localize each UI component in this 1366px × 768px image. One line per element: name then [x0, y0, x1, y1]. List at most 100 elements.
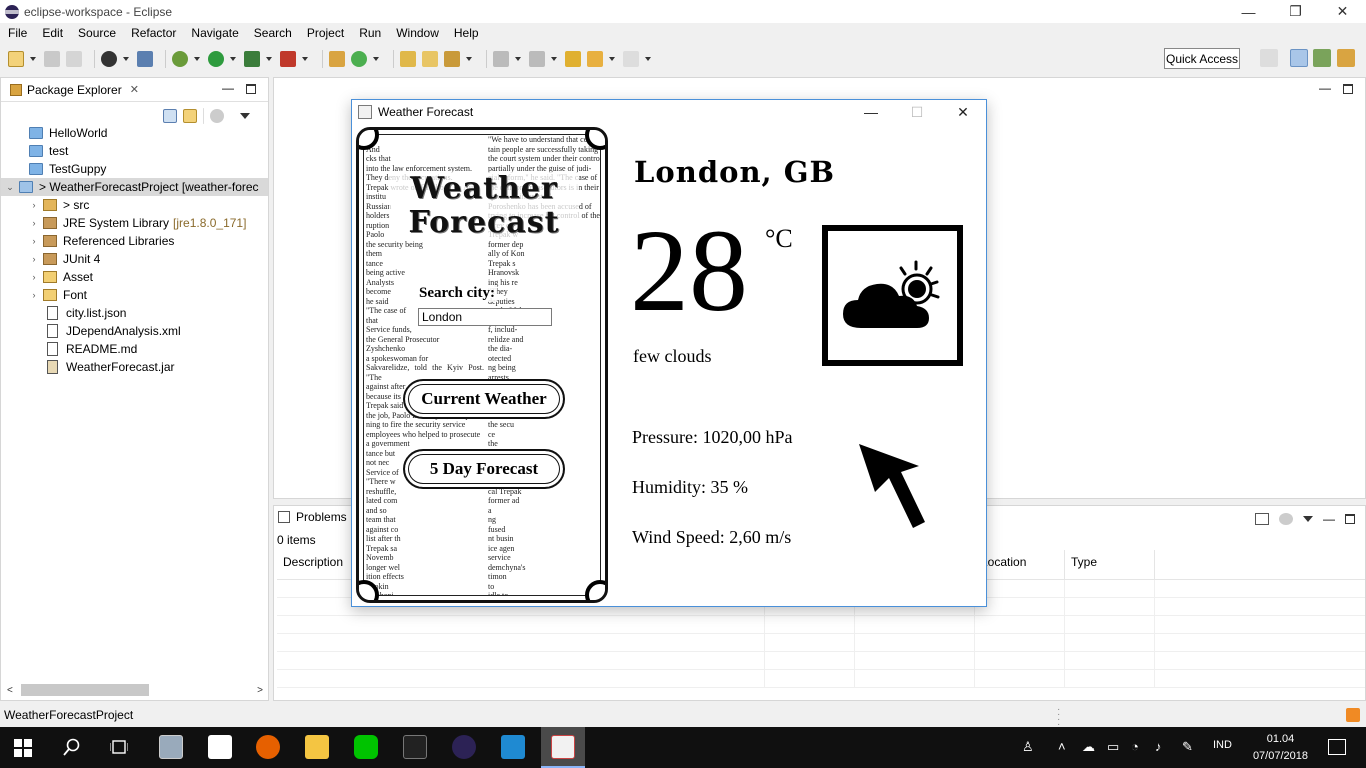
tree-item-weatherforecast-jar[interactable]: WeatherForecast.jar: [1, 358, 268, 376]
menu-project[interactable]: Project: [299, 26, 351, 40]
new-java-project-icon[interactable]: [329, 51, 345, 67]
open-type-icon[interactable]: [400, 51, 416, 67]
external-tools-icon[interactable]: [280, 51, 296, 67]
menu-run[interactable]: Run: [351, 26, 388, 40]
maximize-view-button[interactable]: [246, 84, 256, 94]
previous-annotation-dropdown-icon[interactable]: [551, 57, 557, 61]
weather-minimize-button[interactable]: —: [848, 100, 894, 124]
run-icon[interactable]: [208, 51, 224, 67]
maximize-editor-button[interactable]: [1343, 84, 1353, 94]
tree-item-city-list-json[interactable]: city.list.json: [1, 304, 268, 322]
coverage-dropdown-icon[interactable]: [266, 57, 272, 61]
quick-access-field[interactable]: Quick Access: [1164, 48, 1240, 69]
menu-navigate[interactable]: Navigate: [183, 26, 245, 40]
collapse-twisty-icon[interactable]: ›: [29, 254, 39, 264]
scroll-right-arrow[interactable]: >: [257, 685, 263, 696]
minimize-view-button[interactable]: —: [222, 81, 234, 95]
eclipse-taskbar-icon[interactable]: [452, 735, 476, 759]
wifi-icon[interactable]: ◔: [1131, 739, 1139, 754]
back-icon[interactable]: [587, 51, 603, 67]
weather-close-button[interactable]: ✕: [940, 100, 986, 124]
tree-item-readme[interactable]: README.md: [1, 340, 268, 358]
save-all-icon[interactable]: [66, 51, 82, 67]
debug-perspective-icon[interactable]: [1313, 49, 1331, 67]
back-dropdown-icon[interactable]: [609, 57, 615, 61]
open-perspective-icon[interactable]: [1260, 49, 1278, 67]
tree-item-jdepend-xml[interactable]: JDependAnalysis.xml: [1, 322, 268, 340]
tree-item-junit4[interactable]: › JUnit 4: [1, 250, 268, 268]
battery-icon[interactable]: ▭: [1107, 739, 1119, 755]
view-menu-icon[interactable]: [1303, 516, 1313, 522]
collapse-all-icon[interactable]: [163, 109, 177, 123]
horizontal-scrollbar[interactable]: < >: [5, 683, 265, 697]
next-annotation-icon[interactable]: [493, 51, 509, 67]
file-manager-icon[interactable]: [159, 735, 183, 759]
menu-refactor[interactable]: Refactor: [123, 26, 183, 40]
column-header-type[interactable]: Type: [1065, 550, 1155, 579]
action-center-icon[interactable]: [1328, 739, 1346, 755]
tree-item-weatherforecastproject[interactable]: ⌄ > WeatherForecastProject [weather-fore…: [1, 178, 268, 196]
new-icon[interactable]: [8, 51, 24, 67]
collapse-twisty-icon[interactable]: ›: [29, 272, 39, 282]
scroll-thumb[interactable]: [21, 684, 149, 696]
link-with-editor-icon[interactable]: [183, 109, 197, 123]
view-menu-icon[interactable]: [240, 113, 250, 119]
coverage-icon[interactable]: [244, 51, 260, 67]
focus-icon[interactable]: [210, 109, 224, 123]
save-icon[interactable]: [44, 51, 60, 67]
collapse-twisty-icon[interactable]: ›: [29, 200, 39, 210]
search-icon[interactable]: [444, 51, 460, 67]
pen-workspace-icon[interactable]: ✎: [1182, 739, 1193, 755]
previous-annotation-icon[interactable]: [529, 51, 545, 67]
collapse-twisty-icon[interactable]: ›: [29, 290, 39, 300]
run-dropdown-icon[interactable]: [230, 57, 236, 61]
collapse-twisty-icon[interactable]: ›: [29, 236, 39, 246]
windows-start-icon[interactable]: [14, 739, 32, 757]
terminal-icon[interactable]: [403, 735, 427, 759]
git-perspective-icon[interactable]: [1337, 49, 1355, 67]
folder-icon[interactable]: [305, 735, 329, 759]
expand-twisty-icon[interactable]: ⌄: [5, 182, 15, 193]
volume-icon[interactable]: ♪: [1155, 739, 1162, 754]
minimize-editor-button[interactable]: —: [1319, 81, 1331, 95]
search-icon[interactable]: [63, 738, 81, 756]
tree-item-testguppy[interactable]: TestGuppy: [1, 160, 268, 178]
focus-icon[interactable]: [1279, 513, 1293, 525]
menu-window[interactable]: Window: [388, 26, 446, 40]
last-edit-location-icon[interactable]: [565, 51, 581, 67]
java-perspective-icon[interactable]: [1290, 49, 1308, 67]
tree-item-font[interactable]: › Font: [1, 286, 268, 304]
open-task-icon[interactable]: [422, 51, 438, 67]
debug-dropdown-icon[interactable]: [194, 57, 200, 61]
tree-item-asset[interactable]: › Asset: [1, 268, 268, 286]
new-class-icon[interactable]: [351, 51, 367, 67]
tree-item-jre-library[interactable]: › JRE System Library [jre1.8.0_171]: [1, 214, 268, 232]
new-class-dropdown-icon[interactable]: [373, 57, 379, 61]
account-dropdown-icon[interactable]: [123, 57, 129, 61]
minimize-button[interactable]: —: [1225, 0, 1272, 23]
close-button[interactable]: ✕: [1319, 0, 1366, 23]
show-hidden-icons[interactable]: ˄: [1058, 739, 1066, 754]
tree-item-helloworld[interactable]: HelloWorld: [1, 124, 268, 142]
scroll-left-arrow[interactable]: <: [7, 685, 13, 696]
search-dropdown-icon[interactable]: [466, 57, 472, 61]
rss-icon[interactable]: [1346, 708, 1360, 722]
minimize-view-button[interactable]: —: [1323, 512, 1335, 526]
search-city-input[interactable]: [418, 308, 552, 326]
column-header-location[interactable]: Location: [975, 550, 1065, 579]
debug-icon[interactable]: [172, 51, 188, 67]
forward-dropdown-icon[interactable]: [645, 57, 651, 61]
vscode-icon[interactable]: [501, 735, 525, 759]
close-tab-icon[interactable]: ✕: [130, 83, 139, 96]
onedrive-cloud-icon[interactable]: ☁: [1082, 739, 1095, 755]
notes-icon[interactable]: [208, 735, 232, 759]
menu-help[interactable]: Help: [446, 26, 486, 40]
collapse-twisty-icon[interactable]: ›: [29, 218, 39, 228]
account-icon[interactable]: [101, 51, 117, 67]
menu-search[interactable]: Search: [246, 26, 299, 40]
skip-breakpoints-icon[interactable]: [137, 51, 153, 67]
maximize-view-button[interactable]: [1345, 514, 1355, 524]
external-tools-dropdown-icon[interactable]: [302, 57, 308, 61]
input-language-indicator[interactable]: IND: [1213, 739, 1232, 751]
clock[interactable]: 01.04 07/07/2018: [1253, 731, 1308, 765]
